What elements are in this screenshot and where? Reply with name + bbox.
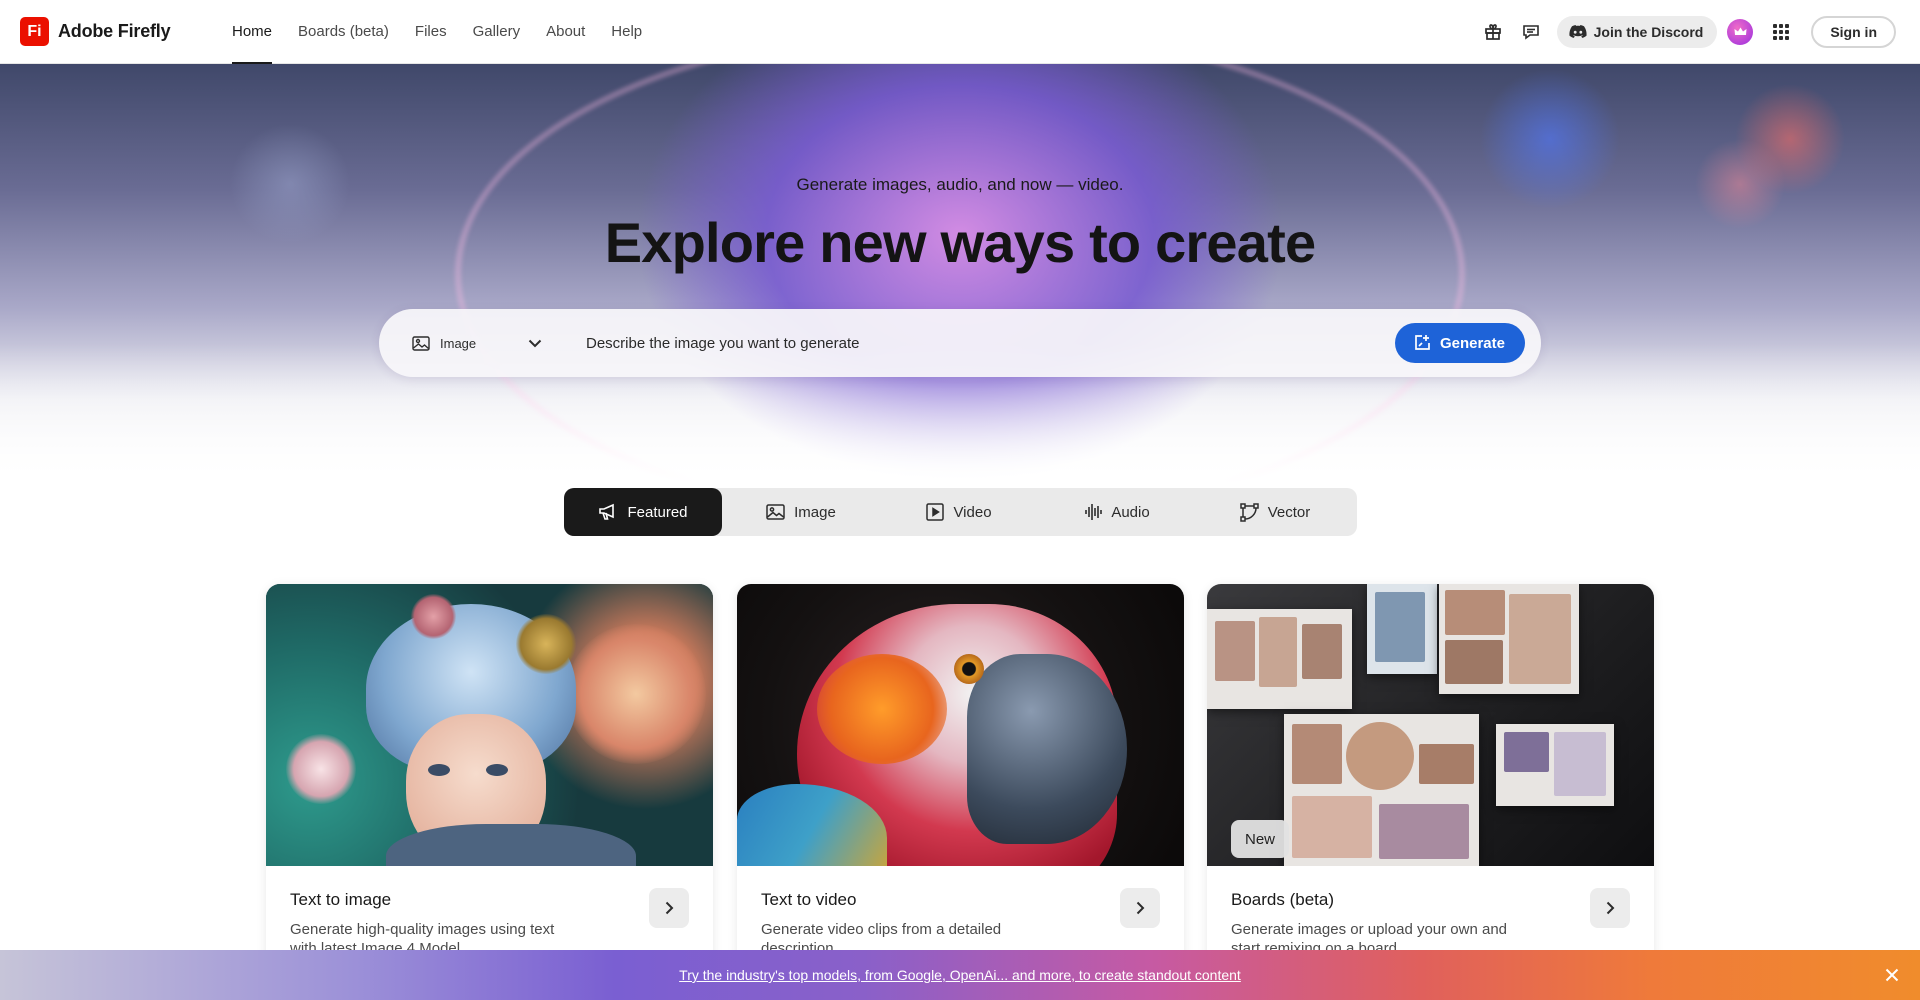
chevron-right-icon xyxy=(665,901,673,915)
card-arrow-button[interactable] xyxy=(1590,888,1630,928)
hero-title: Explore new ways to create xyxy=(604,211,1316,274)
main-nav: Home Boards (beta) Files Gallery About H… xyxy=(232,0,668,64)
tab-label: Vector xyxy=(1267,503,1311,521)
discord-icon xyxy=(1569,24,1587,38)
card-arrow-button[interactable] xyxy=(649,888,689,928)
tab-featured[interactable]: Featured xyxy=(564,488,722,536)
card-arrow-button[interactable] xyxy=(1120,888,1160,928)
tab-label: Image xyxy=(794,503,836,521)
chevron-right-icon xyxy=(1606,901,1614,915)
nav-actions: Join the Discord Sign in xyxy=(1473,14,1896,50)
nav-link-gallery[interactable]: Gallery xyxy=(473,0,521,64)
tab-vector[interactable]: Vector xyxy=(1196,488,1354,536)
nav-link-boards[interactable]: Boards (beta) xyxy=(298,0,389,64)
brand-name: Adobe Firefly xyxy=(58,21,171,41)
join-discord-button[interactable]: Join the Discord xyxy=(1556,15,1718,48)
card-image xyxy=(737,584,1184,866)
promo-banner: Try the industry's top models, from Goog… xyxy=(0,950,1920,1000)
sign-in-button[interactable]: Sign in xyxy=(1811,15,1896,48)
new-badge: New xyxy=(1231,820,1290,858)
brand[interactable]: Fi Adobe Firefly xyxy=(20,17,212,46)
tab-label: Video xyxy=(953,503,992,521)
chevron-right-icon xyxy=(1136,901,1144,915)
generate-label: Generate xyxy=(1439,334,1505,352)
card-image xyxy=(266,584,713,866)
apps-grid-icon[interactable] xyxy=(1763,14,1799,50)
media-type-select[interactable]: Image xyxy=(412,336,542,351)
generate-button[interactable]: Generate xyxy=(1394,323,1525,363)
promo-link[interactable]: Try the industry's top models, from Goog… xyxy=(679,967,1241,983)
top-navigation: Fi Adobe Firefly Home Boards (beta) File… xyxy=(0,0,1920,64)
prompt-bar: Image Generate xyxy=(379,309,1541,377)
image-icon xyxy=(412,335,430,351)
avatar[interactable] xyxy=(1727,18,1754,45)
feature-card-text-to-image[interactable]: Text to image Generate high-quality imag… xyxy=(266,584,713,1000)
discord-label: Join the Discord xyxy=(1593,23,1704,40)
chevron-down-icon xyxy=(528,339,542,347)
nav-link-help[interactable]: Help xyxy=(611,0,642,64)
card-image: New xyxy=(1207,584,1654,866)
tab-audio[interactable]: Audio xyxy=(1038,488,1196,536)
media-type-label: Image xyxy=(440,335,477,351)
megaphone-icon xyxy=(599,503,615,520)
crown-icon xyxy=(1734,27,1747,35)
audio-wave-icon xyxy=(1085,504,1103,520)
image-icon xyxy=(766,504,785,520)
prompt-input[interactable] xyxy=(586,323,1395,363)
gift-icon[interactable] xyxy=(1475,14,1511,50)
nav-link-home[interactable]: Home xyxy=(232,0,273,64)
hero-subtitle: Generate images, audio, and now — video. xyxy=(796,175,1124,194)
category-tabs: Featured Image Video Audio Vector xyxy=(564,488,1357,536)
card-body: Text to video Generate video clips from … xyxy=(737,866,1184,958)
tab-video[interactable]: Video xyxy=(880,488,1038,536)
nav-link-files[interactable]: Files xyxy=(415,0,447,64)
feature-card-boards[interactable]: New Boards (beta) Generate images or upl… xyxy=(1207,584,1654,1000)
generate-icon xyxy=(1415,335,1430,350)
feature-card-text-to-video[interactable]: Text to video Generate video clips from … xyxy=(737,584,1184,1000)
tab-label: Audio xyxy=(1111,503,1150,521)
tab-label: Featured xyxy=(627,503,688,521)
vector-icon xyxy=(1239,502,1259,522)
nav-link-about[interactable]: About xyxy=(546,0,585,64)
tab-image[interactable]: Image xyxy=(722,488,880,536)
hero-section: Generate images, audio, and now — video.… xyxy=(0,64,1920,484)
firefly-logo: Fi xyxy=(20,17,49,46)
card-body: Text to image Generate high-quality imag… xyxy=(266,866,713,958)
card-title: Text to video xyxy=(761,890,857,909)
card-body: Boards (beta) Generate images or upload … xyxy=(1207,866,1654,958)
card-title: Boards (beta) xyxy=(1231,890,1334,909)
feedback-icon[interactable] xyxy=(1513,14,1549,50)
close-icon[interactable] xyxy=(1880,963,1904,987)
card-title: Text to image xyxy=(290,890,392,909)
video-icon xyxy=(926,503,945,521)
